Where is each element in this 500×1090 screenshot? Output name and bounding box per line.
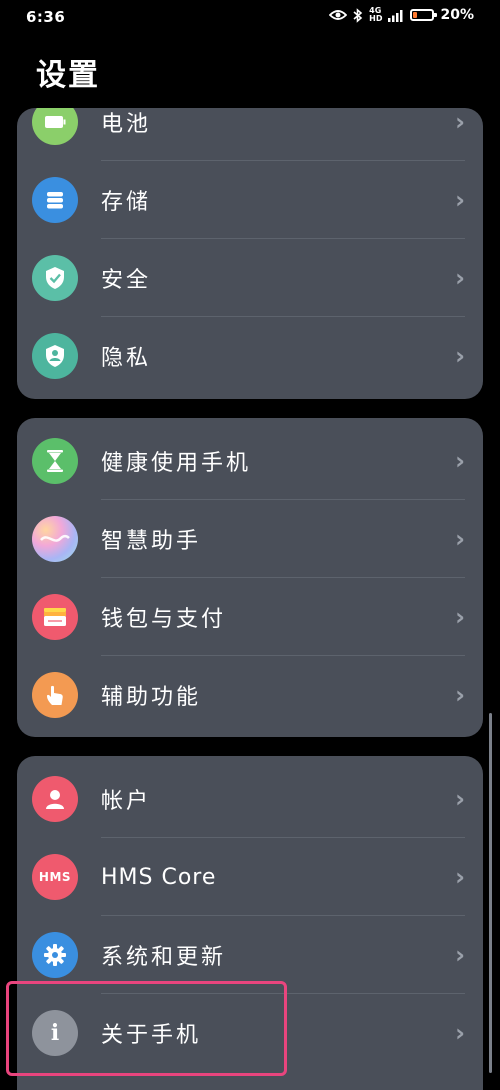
chevron-right-icon: › — [455, 447, 465, 475]
settings-item-label: 存储 — [101, 190, 152, 215]
settings-item-label: HMS Core — [101, 864, 217, 890]
bluetooth-icon — [353, 7, 363, 23]
settings-item-battery[interactable]: 电池 › — [17, 108, 483, 161]
settings-item-hms-core[interactable]: HMS HMS Core › — [17, 838, 483, 916]
settings-item-wallet[interactable]: 钱包与支付 › — [17, 578, 483, 656]
settings-group-device: 电池 › 存储 › 安全 › 隐私 › — [17, 108, 483, 399]
settings-item-storage[interactable]: 存储 › — [17, 161, 483, 239]
chevron-right-icon: › — [455, 681, 465, 709]
scrollbar[interactable] — [489, 713, 492, 1073]
settings-item-label: 健康使用手机 — [101, 451, 252, 476]
chevron-right-icon: › — [455, 186, 465, 214]
account-icon — [32, 776, 78, 822]
wallet-icon — [32, 594, 78, 640]
shield-check-icon — [32, 255, 78, 301]
status-bar: 6:36 4G HD 20% — [0, 0, 500, 34]
settings-item-accessibility[interactable]: 辅助功能 › — [17, 656, 483, 734]
settings-item-security[interactable]: 安全 › — [17, 239, 483, 317]
settings-item-digital-balance[interactable]: 健康使用手机 › — [17, 422, 483, 500]
status-icons: 4G HD 20% — [329, 7, 474, 23]
battery-indicator — [410, 9, 438, 21]
chevron-right-icon: › — [455, 342, 465, 370]
eye-icon — [329, 10, 348, 20]
hourglass-icon — [32, 438, 78, 484]
settings-item-label: 安全 — [101, 268, 152, 293]
signal-icon — [388, 9, 403, 22]
chevron-right-icon: › — [455, 108, 465, 136]
settings-item-label: 钱包与支付 — [101, 607, 227, 632]
settings-item-label: 系统和更新 — [101, 945, 227, 970]
chevron-right-icon: › — [455, 863, 465, 891]
chevron-right-icon: › — [455, 785, 465, 813]
chevron-right-icon: › — [455, 603, 465, 631]
settings-item-label: 帐户 — [101, 789, 152, 814]
chevron-right-icon: › — [455, 525, 465, 553]
chevron-right-icon: › — [455, 1019, 465, 1047]
settings-item-label: 电池 — [101, 112, 152, 137]
battery-fill — [413, 12, 418, 18]
storage-icon — [32, 177, 78, 223]
settings-group-services: 健康使用手机 › 智慧助手 › 钱包与支付 › 辅助功能 › — [17, 418, 483, 737]
hms-icon: HMS — [32, 854, 78, 900]
settings-item-privacy[interactable]: 隐私 › — [17, 317, 483, 395]
battery-percent: 20% — [440, 7, 474, 23]
settings-item-label: 智慧助手 — [101, 529, 202, 554]
settings-item-account[interactable]: 帐户 › — [17, 760, 483, 838]
privacy-person-icon — [32, 333, 78, 379]
highlight-box — [6, 981, 287, 1076]
battery-icon — [32, 108, 78, 145]
assistant-icon — [32, 516, 78, 562]
page-title: 设置 — [36, 58, 100, 93]
chevron-right-icon: › — [455, 941, 465, 969]
settings-item-label: 隐私 — [101, 346, 152, 371]
status-time: 6:36 — [26, 8, 66, 26]
network-type: 4G HD — [369, 6, 383, 23]
chevron-right-icon: › — [455, 264, 465, 292]
settings-item-assistant[interactable]: 智慧助手 › — [17, 500, 483, 578]
settings-item-label: 辅助功能 — [101, 685, 202, 710]
settings-gear-icon — [32, 932, 78, 978]
hand-icon — [32, 672, 78, 718]
